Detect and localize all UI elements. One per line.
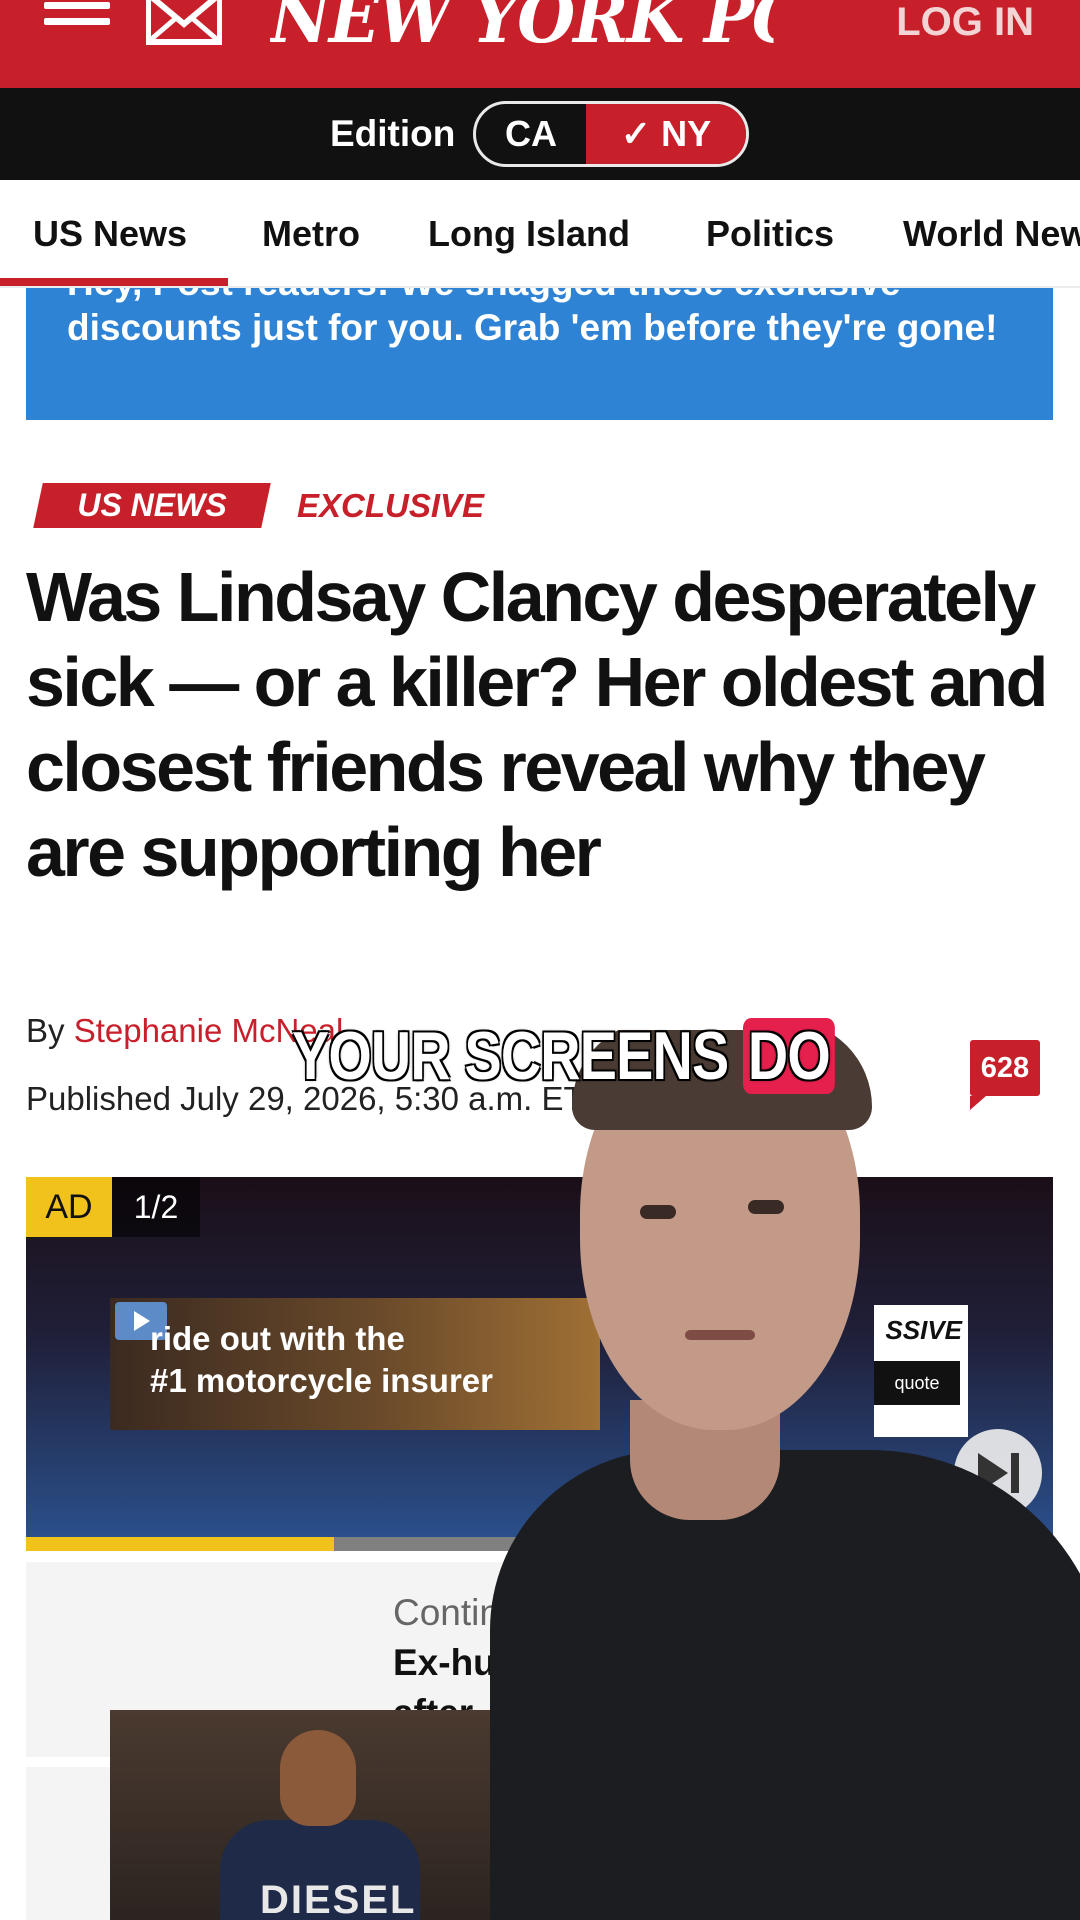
mail-icon[interactable] [145, 0, 223, 46]
ad-counter: 1/2 [112, 1177, 200, 1237]
edition-option-ca[interactable]: CA [476, 104, 586, 164]
section-label-text: US NEWS [77, 487, 227, 523]
edition-toggle[interactable]: CA ✓ NY [473, 101, 749, 167]
caption-text: YOUR SCREENS [292, 1018, 729, 1094]
tab-us-news[interactable]: US News [33, 180, 187, 286]
login-button[interactable]: LOG IN [896, 0, 1034, 52]
ad-headline-1: ride out with the [150, 1320, 405, 1357]
site-logo[interactable]: NEW YORK POST [270, 0, 774, 58]
ad-headline-2: #1 motorcycle insurer [150, 1362, 493, 1399]
section-label[interactable]: US NEWS [33, 483, 271, 528]
ad-progress-fill [26, 1537, 335, 1551]
thumbnail-text: DIESEL [260, 1878, 417, 1920]
related-thumbnail[interactable]: DIESEL [110, 1710, 490, 1920]
section-nav: US News Metro Long Island Politics World… [0, 180, 1080, 288]
byline-prefix: By [26, 1012, 65, 1049]
presenter-eye [748, 1200, 784, 1214]
presenter-video [490, 1030, 1080, 1920]
thumbnail-head [280, 1730, 356, 1826]
edition-bar: Edition CA ✓ NY [0, 88, 1080, 180]
edition-label: Edition [330, 113, 456, 154]
tab-metro[interactable]: Metro [262, 180, 360, 286]
promo-text: Hey, Post readers: We snagged these excl… [67, 288, 998, 348]
edition-option-ny[interactable]: ✓ NY [586, 104, 746, 164]
promo-banner[interactable]: Hey, Post readers: We snagged these excl… [26, 288, 1053, 420]
caption-highlight: DO [743, 1018, 835, 1094]
presenter-eye [640, 1205, 676, 1219]
active-tab-indicator [0, 278, 228, 286]
ad-badge: AD [26, 1177, 112, 1237]
menu-icon[interactable] [44, 0, 110, 48]
video-caption: YOUR SCREENS DO [292, 1014, 835, 1098]
presenter-shirt [490, 1450, 1080, 1920]
article-headline: Was Lindsay Clancy desperately sick — or… [26, 558, 1048, 891]
exclusive-tag: EXCLUSIVE [297, 487, 485, 524]
tab-politics[interactable]: Politics [706, 180, 834, 286]
presenter-mouth [685, 1330, 755, 1340]
tab-world-news[interactable]: World News [903, 180, 1080, 286]
masthead: NEW YORK POST LOG IN [0, 0, 1080, 88]
continue-title[interactable]: Ex-hu [393, 1642, 496, 1684]
tab-long-island[interactable]: Long Island [428, 180, 630, 286]
